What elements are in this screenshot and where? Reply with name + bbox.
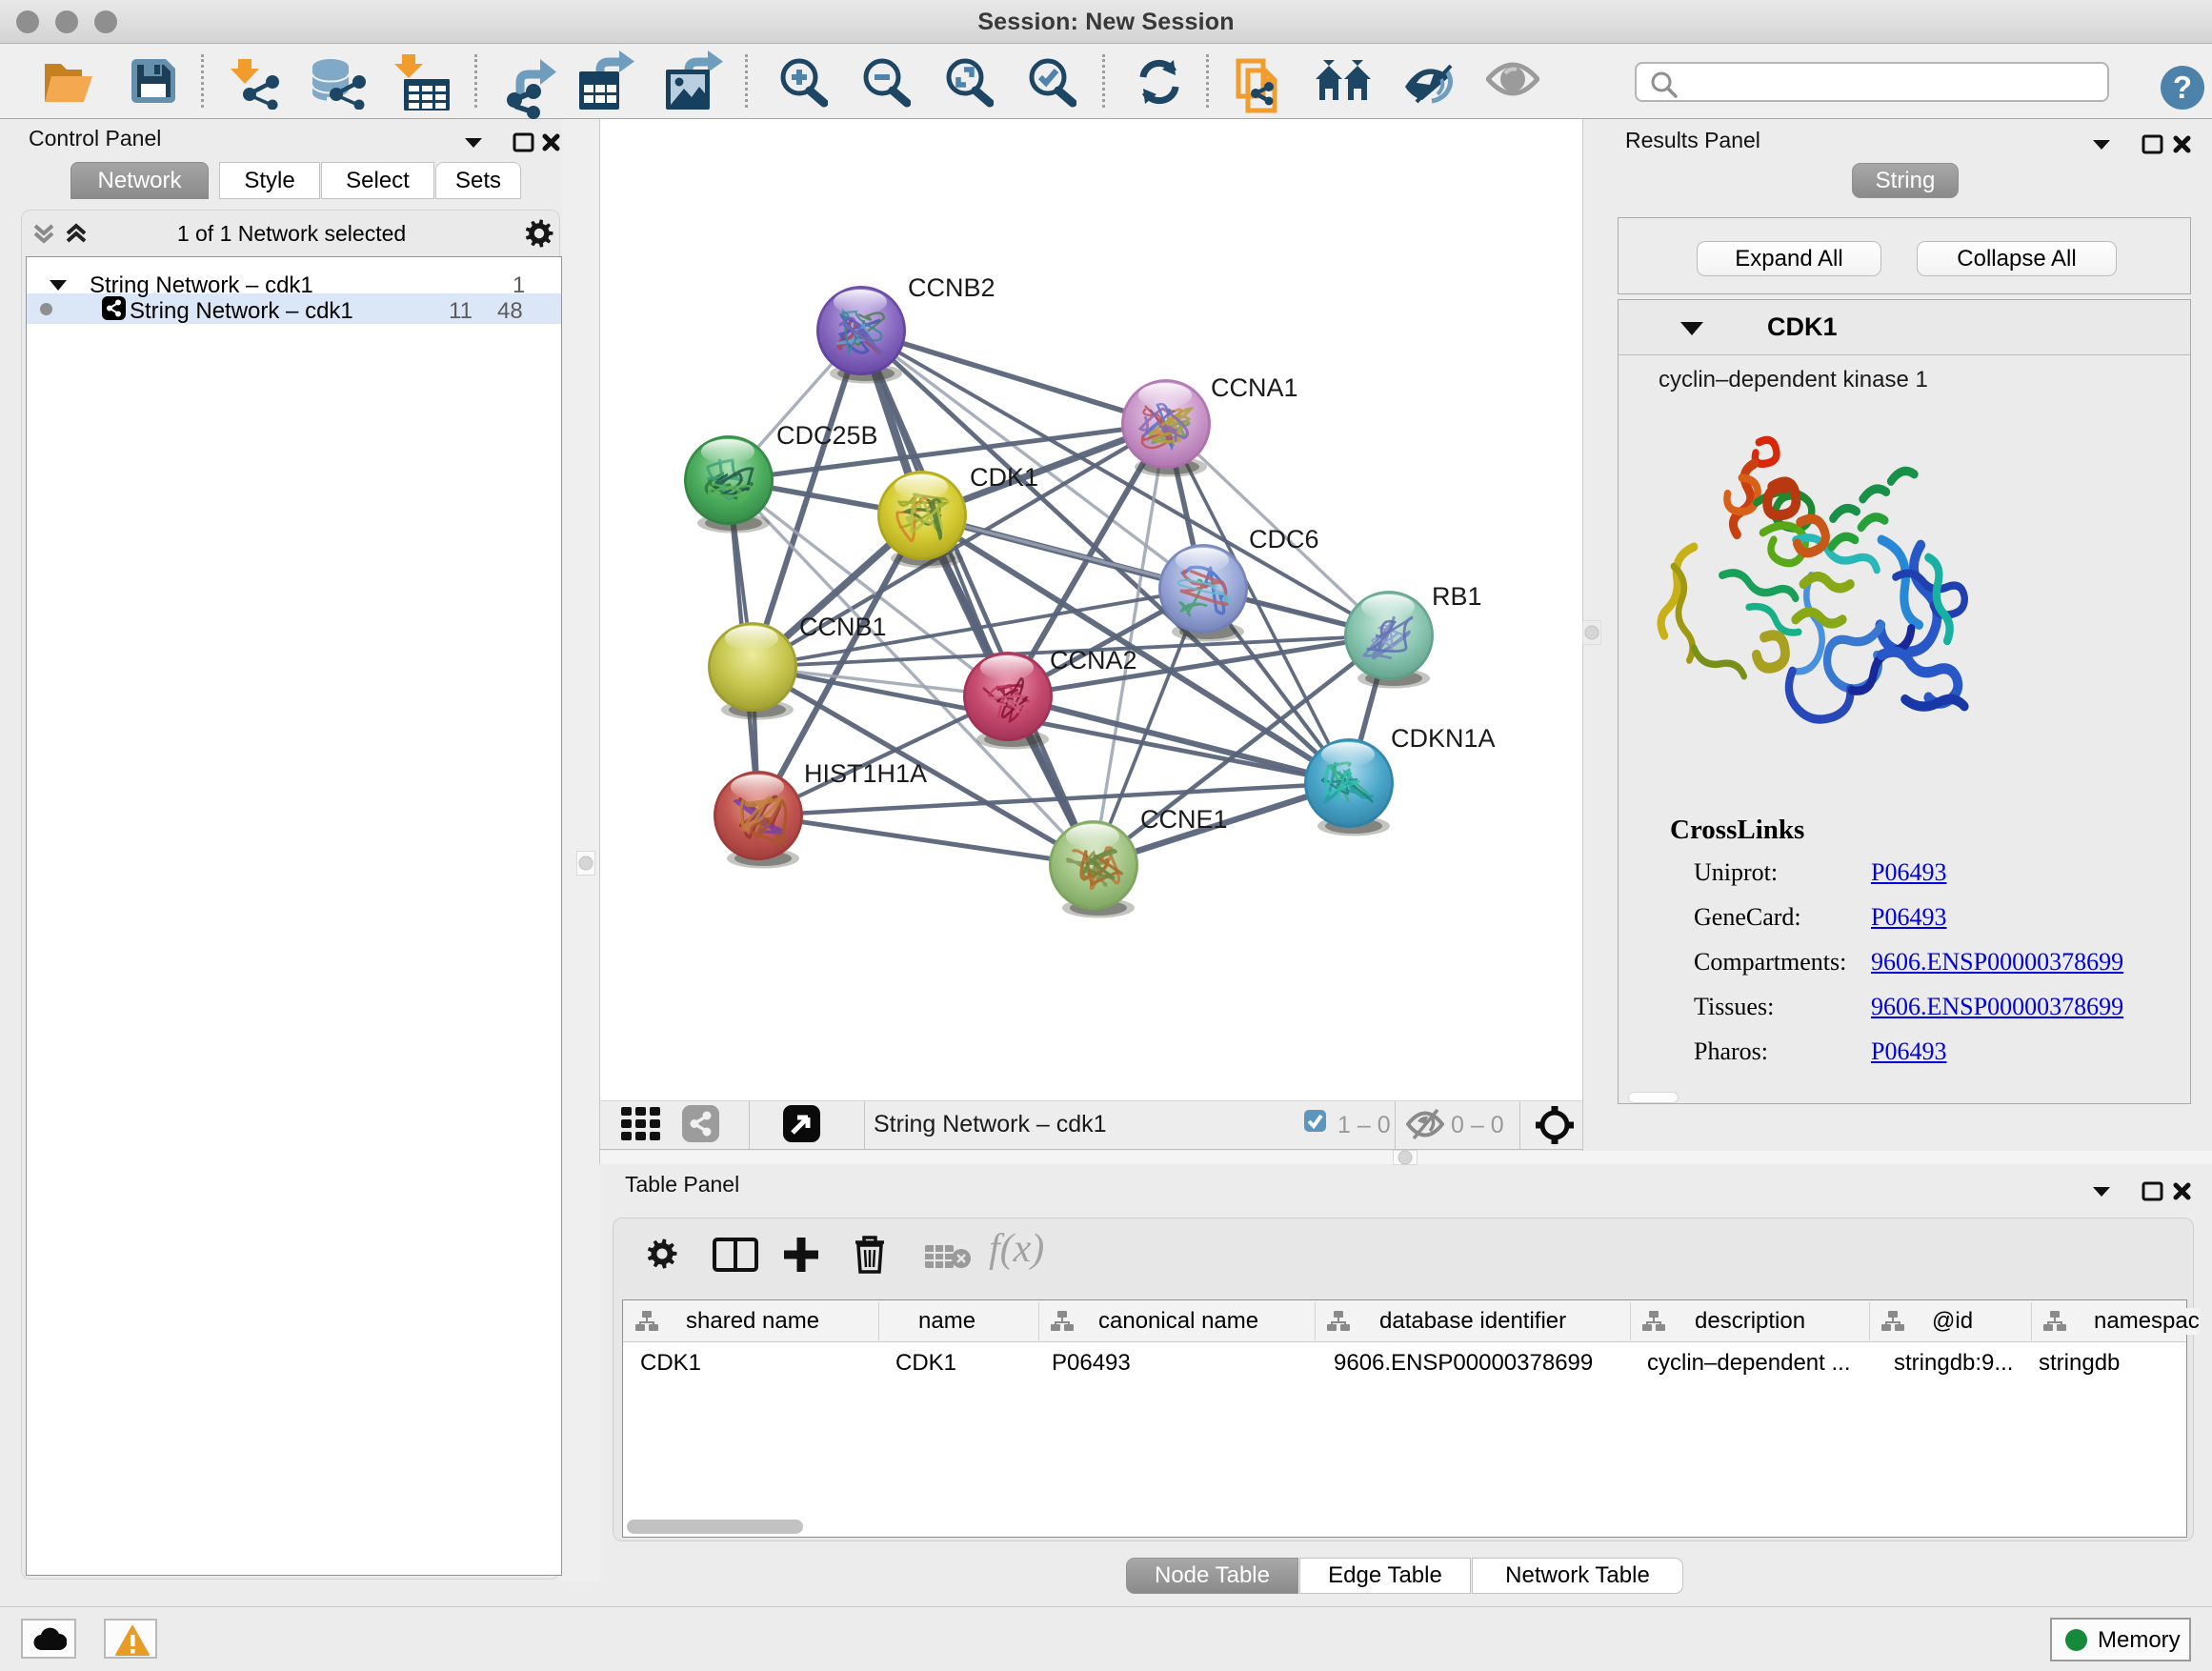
svg-text:CCNA1: CCNA1 — [1211, 373, 1298, 402]
svg-text:CCNE1: CCNE1 — [1140, 805, 1228, 834]
svg-text:CCNB2: CCNB2 — [908, 273, 995, 302]
svg-text:?: ? — [2173, 70, 2192, 105]
svg-text:CDC6: CDC6 — [1249, 525, 1319, 554]
svg-text:CDC25B: CDC25B — [776, 421, 878, 450]
svg-text:RB1: RB1 — [1432, 582, 1482, 611]
svg-text:CDK1: CDK1 — [970, 463, 1038, 492]
svg-text:CDKN1A: CDKN1A — [1391, 724, 1496, 753]
svg-text:HIST1H1A: HIST1H1A — [804, 759, 927, 788]
svg-text:CCNA2: CCNA2 — [1050, 646, 1137, 674]
svg-text:CCNB1: CCNB1 — [799, 613, 887, 641]
